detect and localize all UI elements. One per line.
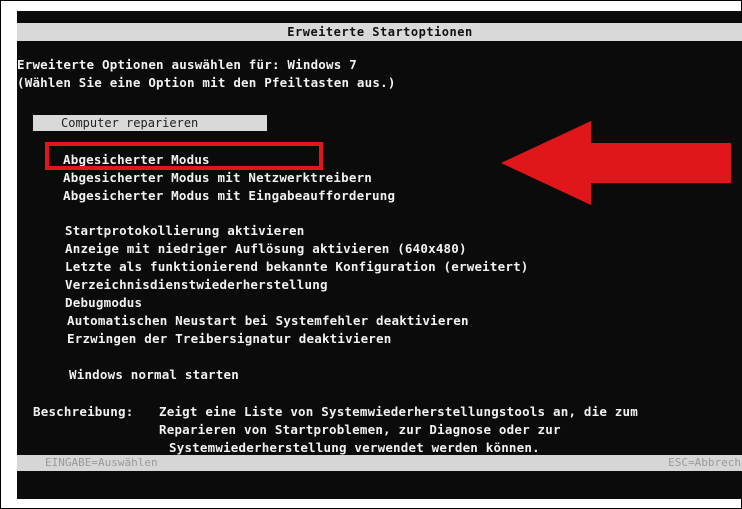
footer-esc-hint: ESC=Abbrech	[668, 456, 741, 469]
menu-item-abgesicherter-modus-netzwerk[interactable]: Abgesicherter Modus mit Netzwerktreibern	[63, 170, 372, 185]
red-arrow-icon	[501, 121, 731, 205]
intro-line-1: Erweiterte Optionen auswählen für: Windo…	[17, 57, 357, 72]
description-label: Beschreibung:	[33, 404, 134, 419]
menu-item-debugmodus[interactable]: Debugmodus	[65, 295, 142, 310]
image-frame: Erweiterte Startoptionen Erweiterte Opti…	[0, 0, 742, 509]
intro-line-2: (Wählen Sie eine Option mit den Pfeiltas…	[17, 75, 396, 90]
screen-title: Erweiterte Startoptionen	[17, 23, 742, 41]
footer-enter-hint: EINGABE=Auswählen	[45, 456, 158, 469]
menu-item-startprotokollierung[interactable]: Startprotokollierung aktivieren	[65, 223, 305, 238]
menu-item-niedrige-aufloesung[interactable]: Anzeige mit niedriger Auflösung aktivier…	[65, 241, 467, 256]
menu-item-treibersignatur[interactable]: Erzwingen der Treibersignatur deaktivier…	[67, 331, 391, 346]
menu-item-automatischer-neustart[interactable]: Automatischen Neustart bei Systemfehler …	[67, 313, 469, 328]
menu-item-verzeichnisdienst[interactable]: Verzeichnisdienstwiederherstellung	[65, 277, 328, 292]
highlight-box	[45, 142, 323, 170]
description-line-3: Systemwiederherstellung verwendet werden…	[169, 440, 540, 455]
boot-screen: Erweiterte Startoptionen Erweiterte Opti…	[17, 11, 742, 499]
menu-item-abgesicherter-modus-eingabeaufforderung[interactable]: Abgesicherter Modus mit Eingabeaufforder…	[63, 188, 395, 203]
description-line-1: Zeigt eine Liste von Systemwiederherstel…	[159, 404, 638, 419]
footer-bar: EINGABE=Auswählen ESC=Abbrech	[17, 455, 742, 471]
description-line-2: Reparieren von Startproblemen, zur Diagn…	[159, 422, 561, 437]
menu-item-computer-reparieren[interactable]: Computer reparieren	[33, 115, 267, 131]
menu-item-letzte-konfiguration[interactable]: Letzte als funktionierend bekannte Konfi…	[65, 259, 529, 274]
menu-item-windows-normal-starten[interactable]: Windows normal starten	[69, 367, 239, 382]
